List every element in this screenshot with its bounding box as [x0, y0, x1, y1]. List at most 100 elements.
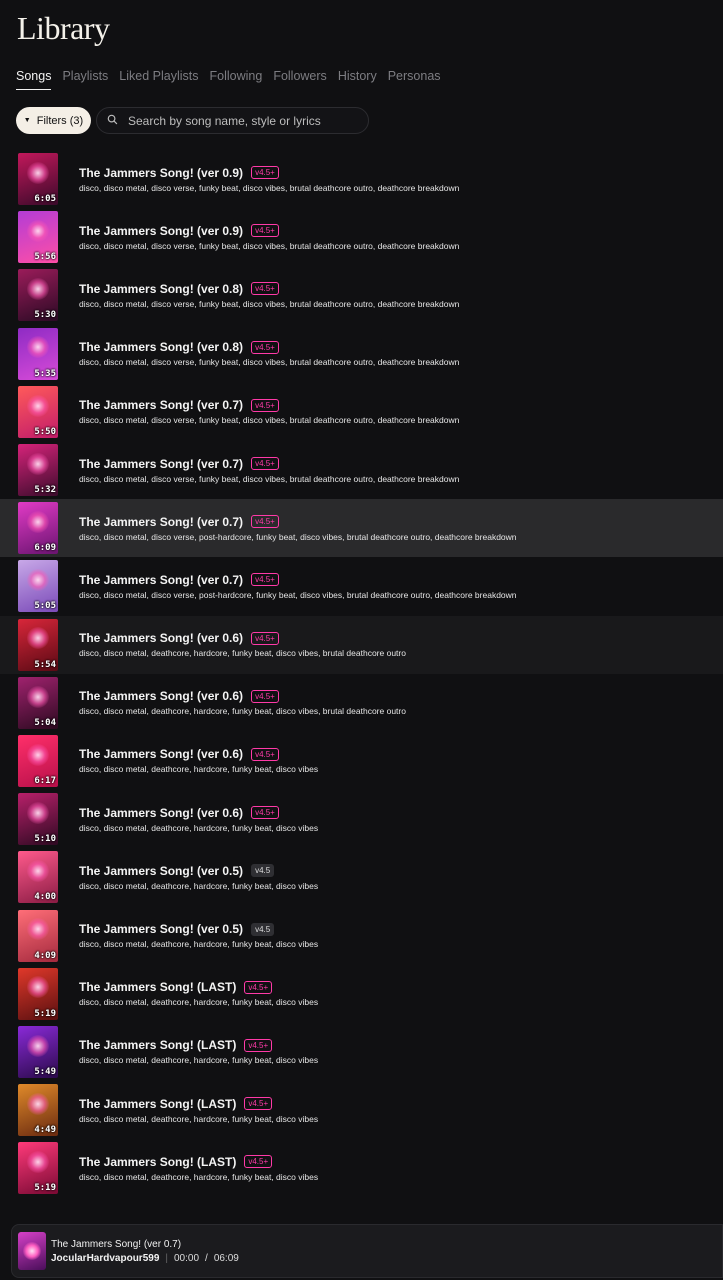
tab-following[interactable]: Following	[210, 69, 263, 90]
song-row[interactable]: 6:09 The Jammers Song! (ver 0.7) v4.5+ disc…	[0, 499, 723, 558]
song-title[interactable]: The Jammers Song! (LAST)	[79, 1155, 236, 1169]
song-title[interactable]: The Jammers Song! (ver 0.5)	[79, 922, 243, 936]
disco-ball-art	[27, 627, 49, 650]
song-row[interactable]: 5:05 The Jammers Song! (ver 0.7) v4.5+ disc…	[0, 557, 723, 615]
total-time: 06:09	[213, 1252, 239, 1264]
song-row[interactable]: 5:54 The Jammers Song! (ver 0.6) v4.5+ disc…	[0, 615, 723, 674]
song-title[interactable]: The Jammers Song! (LAST)	[79, 980, 236, 994]
song-row[interactable]: 5:30 The Jammers Song! (ver 0.8) v4.5+ disc…	[0, 266, 723, 324]
song-row[interactable]: 5:56 The Jammers Song! (ver 0.9) v4.5+ disc…	[0, 208, 723, 266]
song-duration: 6:17	[34, 775, 56, 786]
model-version-badge: v4.5+	[251, 457, 279, 471]
song-cover[interactable]: 5:32	[18, 444, 58, 497]
disco-ball-art	[27, 801, 49, 824]
song-cover[interactable]: 5:35	[18, 327, 58, 380]
song-cover[interactable]: 4:49	[18, 1084, 58, 1137]
now-playing-cover[interactable]	[18, 1232, 46, 1270]
song-title[interactable]: The Jammers Song! (ver 0.6)	[79, 631, 243, 645]
disco-ball-art	[27, 1034, 49, 1057]
song-cover[interactable]: 5:10	[18, 793, 58, 846]
search-icon	[107, 112, 118, 130]
disco-ball-art	[27, 278, 49, 301]
song-title[interactable]: The Jammers Song! (ver 0.6)	[79, 689, 243, 703]
song-duration: 6:05	[34, 194, 56, 205]
song-row[interactable]: 5:10 The Jammers Song! (ver 0.6) v4.5+ disc…	[0, 790, 723, 848]
model-version-badge: v4.5+	[251, 689, 279, 703]
song-title[interactable]: The Jammers Song! (ver 0.5)	[79, 864, 243, 878]
tab-followers[interactable]: Followers	[273, 69, 327, 90]
song-style-tags: disco, disco metal, deathcore, hardcore,…	[79, 706, 406, 717]
now-playing-artist[interactable]: JocularHardvapour599	[51, 1253, 159, 1264]
song-duration: 5:49	[34, 1066, 56, 1077]
song-style-tags: disco, disco metal, disco verse, post-ha…	[79, 589, 517, 600]
song-title[interactable]: The Jammers Song! (ver 0.6)	[79, 747, 243, 761]
song-cover[interactable]: 4:00	[18, 851, 58, 904]
song-title[interactable]: The Jammers Song! (ver 0.8)	[79, 282, 243, 296]
tab-personas[interactable]: Personas	[388, 69, 441, 90]
model-version-badge: v4.5	[251, 864, 275, 878]
song-cover[interactable]: 4:09	[18, 909, 58, 962]
song-row[interactable]: 4:49 The Jammers Song! (LAST) v4.5+ disco, …	[0, 1081, 723, 1139]
disco-ball-art	[27, 394, 49, 417]
song-row[interactable]: 5:50 The Jammers Song! (ver 0.7) v4.5+ disc…	[0, 383, 723, 441]
song-cover[interactable]: 5:19	[18, 967, 58, 1020]
song-duration: 5:56	[34, 252, 56, 263]
song-cover[interactable]: 5:50	[18, 385, 58, 438]
song-style-tags: disco, disco metal, deathcore, hardcore,…	[79, 1113, 319, 1124]
model-version-badge: v4.5+	[251, 398, 279, 412]
song-title[interactable]: The Jammers Song! (ver 0.8)	[79, 340, 243, 354]
song-row[interactable]: 4:09 The Jammers Song! (ver 0.5) v4.5 disco…	[0, 906, 723, 964]
song-title[interactable]: The Jammers Song! (ver 0.9)	[79, 224, 243, 238]
song-title[interactable]: The Jammers Song! (ver 0.7)	[79, 457, 243, 471]
tab-history[interactable]: History	[338, 69, 377, 90]
song-cover[interactable]: 5:19	[18, 1142, 58, 1195]
song-style-tags: disco, disco metal, disco verse, funky b…	[79, 415, 460, 426]
now-playing-title[interactable]: The Jammers Song! (ver 0.7)	[51, 1239, 239, 1250]
song-title[interactable]: The Jammers Song! (ver 0.9)	[79, 166, 243, 180]
song-row[interactable]: 5:19 The Jammers Song! (LAST) v4.5+ disco, …	[0, 965, 723, 1023]
song-row[interactable]: 5:49 The Jammers Song! (LAST) v4.5+ disco, …	[0, 1023, 723, 1081]
song-cover[interactable]: 5:04	[18, 676, 58, 729]
song-duration: 4:09	[34, 950, 56, 961]
song-cover[interactable]: 5:49	[18, 1025, 58, 1078]
song-style-tags: disco, disco metal, deathcore, hardcore,…	[79, 764, 319, 775]
song-title[interactable]: The Jammers Song! (ver 0.7)	[79, 398, 243, 412]
song-cover[interactable]: 5:05	[18, 560, 58, 613]
disco-ball-art	[27, 976, 49, 999]
tab-playlists[interactable]: Playlists	[62, 69, 108, 90]
song-style-tags: disco, disco metal, disco verse, funky b…	[79, 473, 460, 484]
song-title[interactable]: The Jammers Song! (ver 0.7)	[79, 515, 243, 529]
disco-ball-art	[27, 743, 49, 766]
song-row[interactable]: 6:05 The Jammers Song! (ver 0.9) v4.5+ disc…	[0, 150, 723, 208]
song-duration: 4:49	[34, 1125, 56, 1136]
filters-button[interactable]: ▼ Filters (3)	[16, 107, 91, 134]
song-row[interactable]: 5:04 The Jammers Song! (ver 0.6) v4.5+ disc…	[0, 674, 723, 732]
tab-songs[interactable]: Songs	[16, 69, 52, 90]
song-title[interactable]: The Jammers Song! (LAST)	[79, 1097, 236, 1111]
song-row[interactable]: 4:00 The Jammers Song! (ver 0.5) v4.5 disco…	[0, 848, 723, 906]
search-input[interactable]	[128, 113, 348, 128]
search-box[interactable]	[96, 107, 369, 134]
caret-down-icon: ▼	[23, 117, 31, 124]
song-cover[interactable]: 5:30	[18, 269, 58, 322]
song-title[interactable]: The Jammers Song! (ver 0.6)	[79, 806, 243, 820]
song-duration: 4:00	[34, 892, 56, 903]
model-version-badge: v4.5	[251, 922, 275, 936]
song-style-tags: disco, disco metal, deathcore, hardcore,…	[79, 1171, 319, 1182]
song-cover[interactable]: 5:54	[18, 618, 58, 671]
song-row[interactable]: 5:35 The Jammers Song! (ver 0.8) v4.5+ disc…	[0, 325, 723, 383]
song-row[interactable]: 5:32 The Jammers Song! (ver 0.7) v4.5+ disc…	[0, 441, 723, 499]
song-title[interactable]: The Jammers Song! (LAST)	[79, 1038, 236, 1052]
tab-liked-playlists[interactable]: Liked Playlists	[119, 69, 198, 90]
now-playing-bar[interactable]: The Jammers Song! (ver 0.7) JocularHardv…	[11, 1224, 723, 1278]
song-row[interactable]: 5:19 The Jammers Song! (LAST) v4.5+ disco, …	[0, 1139, 723, 1197]
song-style-tags: disco, disco metal, deathcore, hardcore,…	[79, 822, 319, 833]
model-version-badge: v4.5+	[251, 224, 279, 238]
song-title[interactable]: The Jammers Song! (ver 0.7)	[79, 573, 243, 587]
song-row[interactable]: 6:17 The Jammers Song! (ver 0.6) v4.5+ disc…	[0, 732, 723, 790]
song-cover[interactable]: 5:56	[18, 211, 58, 264]
song-cover[interactable]: 6:17	[18, 734, 58, 787]
model-version-badge: v4.5+	[244, 1097, 273, 1111]
song-cover[interactable]: 6:09	[18, 502, 58, 555]
song-cover[interactable]: 6:05	[18, 153, 58, 206]
